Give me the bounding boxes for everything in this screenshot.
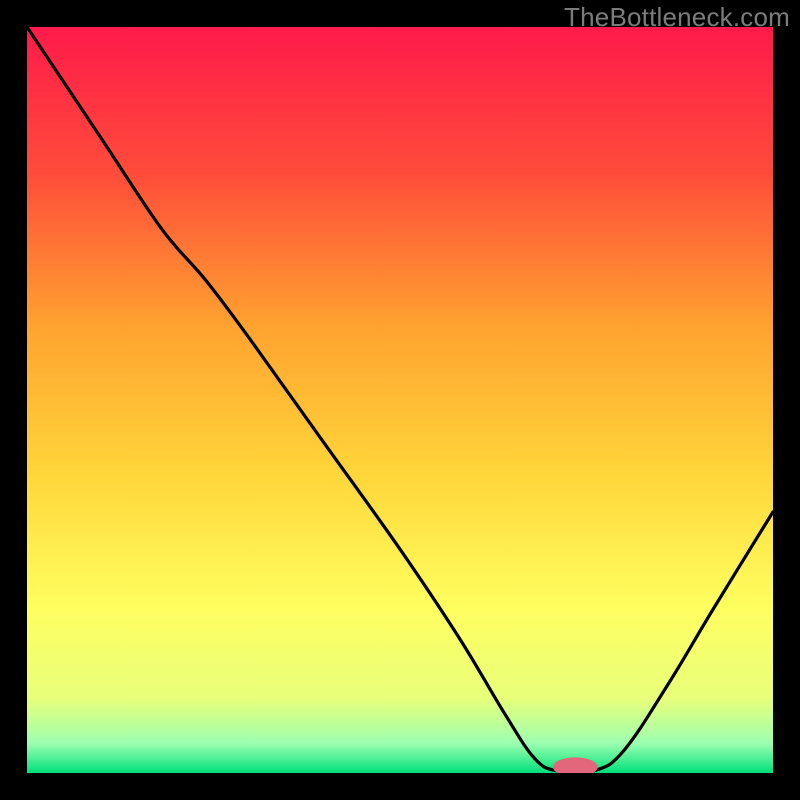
gradient-background bbox=[27, 27, 773, 773]
chart-container: TheBottleneck.com bbox=[0, 0, 800, 800]
plot-area bbox=[27, 27, 773, 773]
watermark-text: TheBottleneck.com bbox=[564, 2, 790, 33]
chart-svg bbox=[27, 27, 773, 773]
